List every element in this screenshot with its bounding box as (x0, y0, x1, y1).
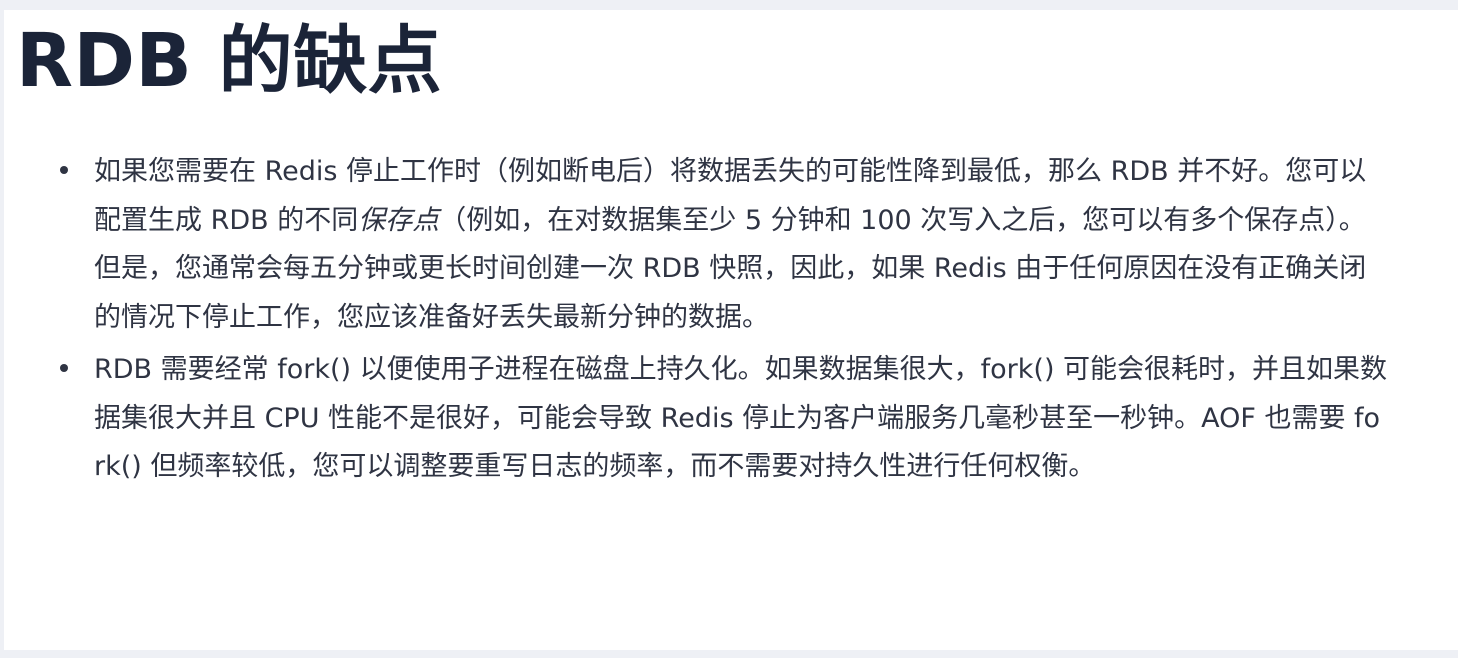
emphasis-text: 保存点 (358, 204, 440, 236)
bullet-dot-icon (60, 166, 68, 174)
bullet-item-fork: RDB 需要经常 fork() 以便使用子进程在磁盘上持久化。如果数据集很大，f… (4, 346, 1458, 492)
bullet-item-save-points: 如果您需要在 Redis 停止工作时（例如断电后）将数据丢失的可能性降到最低，那… (4, 148, 1458, 342)
page-title: RDB 的缺点 (16, 18, 443, 104)
bullet-list: 如果您需要在 Redis 停止工作时（例如断电后）将数据丢失的可能性降到最低，那… (4, 148, 1458, 496)
bullet-dot-icon (60, 364, 68, 372)
document-page: RDB 的缺点 如果您需要在 Redis 停止工作时（例如断电后）将数据丢失的可… (4, 10, 1458, 650)
bullet-text: RDB 需要经常 fork() 以便使用子进程在磁盘上持久化。如果数据集很大，f… (94, 354, 1388, 482)
